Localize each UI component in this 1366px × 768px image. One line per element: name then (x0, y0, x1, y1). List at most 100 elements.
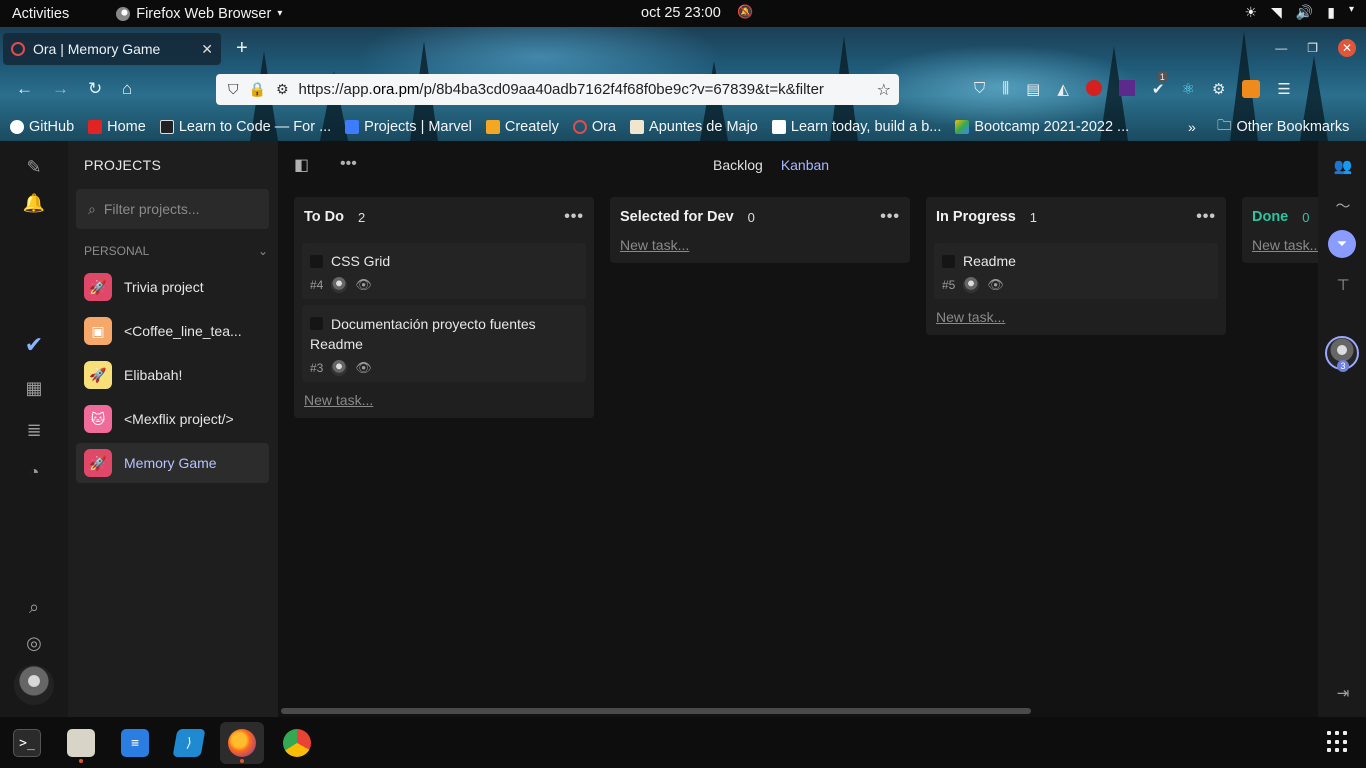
filter-projects-field[interactable]: ⌕ (76, 189, 269, 229)
bookmark-item[interactable]: Learn to Code — For ... (159, 119, 331, 135)
reload-icon[interactable]: ↻ (88, 79, 102, 99)
home-icon[interactable]: ⌂ (122, 79, 132, 99)
project-item-elibabah[interactable]: 🚀 Elibabah! (76, 355, 269, 395)
column-menu-icon[interactable]: ••• (564, 208, 584, 226)
column-menu-icon[interactable]: ••• (880, 208, 900, 226)
filter-icon[interactable]: ⏷ (1328, 230, 1356, 258)
chrome-app[interactable] (275, 722, 319, 764)
library-icon[interactable]: ⫼ (1002, 80, 1009, 98)
ora-projects-icon[interactable]: ✔ (22, 332, 46, 357)
lock-icon[interactable]: 🔒 (249, 81, 266, 98)
bookmark-item[interactable]: Ora (572, 119, 616, 135)
task-card[interactable]: CSS Grid #4 👁 (302, 243, 586, 299)
back-icon[interactable]: ← (16, 79, 33, 99)
assignee-avatar[interactable] (963, 277, 980, 293)
permissions-icon[interactable]: ⚙ (276, 81, 289, 98)
project-item-trivia[interactable]: 🚀 Trivia project (76, 267, 269, 307)
firefox-app[interactable] (220, 722, 264, 764)
column-header[interactable]: Selected for Dev 0 ••• (610, 197, 910, 237)
pocket-icon[interactable]: ⛉ (974, 80, 985, 98)
column-header[interactable]: To Do 2 ••• (294, 197, 594, 237)
shield-icon[interactable]: ⛉ (228, 81, 239, 98)
close-tab-icon[interactable]: ✕ (201, 41, 213, 58)
project-item-mexflix[interactable]: 🐱 <Mexflix project/> (76, 399, 269, 439)
chevron-down-icon[interactable]: ⌄ (258, 244, 268, 258)
extension-dark-icon[interactable]: ◭ (1057, 80, 1069, 98)
new-tab-button[interactable]: + (236, 37, 248, 60)
more-options-icon[interactable]: ••• (340, 155, 357, 173)
maximize-icon[interactable]: ❐ (1307, 41, 1318, 55)
toggle-sidebar-icon[interactable]: ◧ (294, 155, 309, 175)
extension-orange-icon[interactable] (1242, 80, 1261, 98)
eye-icon[interactable]: 👁 (987, 277, 1004, 293)
show-applications-icon[interactable] (1327, 731, 1349, 753)
extension-red-icon[interactable] (1085, 80, 1102, 96)
url-text[interactable]: https://app.ora.pm/p/8b4ba3cd09aa40adb71… (299, 81, 867, 98)
extension-purple-icon[interactable] (1118, 80, 1135, 96)
bookmark-item[interactable]: Learn today, build a b... (771, 119, 941, 135)
bookmark-item[interactable]: Home (88, 119, 146, 135)
task-checkbox[interactable] (310, 255, 323, 268)
url-bar[interactable]: ⛉ 🔒 ⚙ https://app.ora.pm/p/8b4ba3cd09aa4… (216, 74, 899, 105)
task-card[interactable]: Documentación proyecto fuentes Readme #3… (302, 305, 586, 382)
bookmark-star-icon[interactable]: ☆ (877, 80, 891, 100)
user-avatar[interactable] (14, 665, 54, 705)
more-bookmarks-icon[interactable]: » (1188, 119, 1196, 135)
notifications-icon[interactable]: 🔔 (22, 191, 46, 215)
tab-kanban[interactable]: Kanban (781, 157, 829, 173)
react-devtools-icon[interactable]: ⚛ (1181, 80, 1194, 98)
menu-icon[interactable]: ☰ (1277, 80, 1290, 98)
system-tray[interactable]: ☀ ◥ 🔊 ▮ ▾ (1244, 4, 1354, 21)
new-task-link[interactable]: New task... (926, 299, 1226, 335)
project-item-coffee-line[interactable]: ▣ <Coffee_line_tea... (76, 311, 269, 351)
help-icon[interactable]: ◎ (22, 631, 46, 655)
new-task-icon[interactable]: ✎ (22, 155, 46, 179)
close-window-icon[interactable]: ✕ (1338, 39, 1356, 57)
bookmark-item[interactable]: GitHub (10, 119, 74, 135)
column-header[interactable]: Done 0 (1242, 197, 1318, 237)
bookmark-item[interactable]: Apuntes de Majo (630, 119, 758, 135)
timeline-icon[interactable]: ≣ (22, 418, 46, 442)
clock[interactable]: oct 25 23:00 (641, 5, 721, 21)
calendar-icon[interactable]: ▦ (22, 376, 46, 400)
collapse-panel-icon[interactable]: ⇥ (1332, 682, 1354, 704)
writer-app[interactable]: ≡ (113, 722, 157, 764)
column-header[interactable]: In Progress 1 ••• (926, 197, 1226, 237)
search-icon[interactable]: ⌕ (22, 595, 46, 619)
vscode-app[interactable]: ⟩ (167, 722, 211, 764)
extension-badge-icon[interactable]: ✔ 1 (1152, 72, 1167, 98)
eye-icon[interactable]: 👁 (355, 360, 372, 376)
terminal-app[interactable]: >_ (5, 722, 49, 764)
new-task-link[interactable]: New task... (1242, 237, 1318, 263)
section-personal[interactable]: PERSONAL ⌄ (84, 244, 268, 258)
bookmark-item[interactable]: Bootcamp 2021-2022 ... (955, 119, 1129, 135)
task-checkbox[interactable] (942, 255, 955, 268)
tab-backlog[interactable]: Backlog (713, 157, 763, 173)
forward-icon[interactable]: → (52, 79, 69, 99)
tab-ora-memory-game[interactable]: Ora | Memory Game ✕ (3, 33, 221, 65)
bookmark-item[interactable]: Creately (485, 119, 559, 135)
pin-icon[interactable]: ⊤ (1332, 274, 1354, 296)
horizontal-scrollbar[interactable] (281, 708, 1031, 714)
activity-icon[interactable]: 〜 (1332, 194, 1354, 216)
column-menu-icon[interactable]: ••• (1196, 208, 1216, 226)
assignee-avatar[interactable] (331, 360, 348, 376)
app-menu[interactable]: Firefox Web Browser ▾ (116, 6, 282, 22)
reports-icon[interactable]: ◔ (22, 460, 46, 484)
task-checkbox[interactable] (310, 317, 323, 330)
new-task-link[interactable]: New task... (294, 382, 594, 418)
minimize-icon[interactable]: — (1275, 41, 1287, 55)
sidebar-icon[interactable]: ▤ (1026, 80, 1040, 98)
new-task-link[interactable]: New task... (610, 237, 910, 263)
members-icon[interactable]: 👥 (1332, 155, 1354, 177)
task-card[interactable]: Readme #5 👁 (934, 243, 1218, 299)
files-app[interactable] (59, 722, 103, 764)
other-bookmarks[interactable]: 🗀 Other Bookmarks (1217, 115, 1349, 140)
filter-projects-input[interactable] (103, 201, 254, 217)
activities-button[interactable]: Activities (12, 6, 69, 22)
assignee-avatar[interactable] (331, 277, 348, 293)
settings-extension-icon[interactable]: ⚙ (1212, 80, 1225, 98)
project-item-memory-game[interactable]: 🚀 Memory Game (76, 443, 269, 483)
eye-icon[interactable]: 👁 (355, 277, 372, 293)
bookmark-item[interactable]: Projects | Marvel (345, 119, 472, 135)
